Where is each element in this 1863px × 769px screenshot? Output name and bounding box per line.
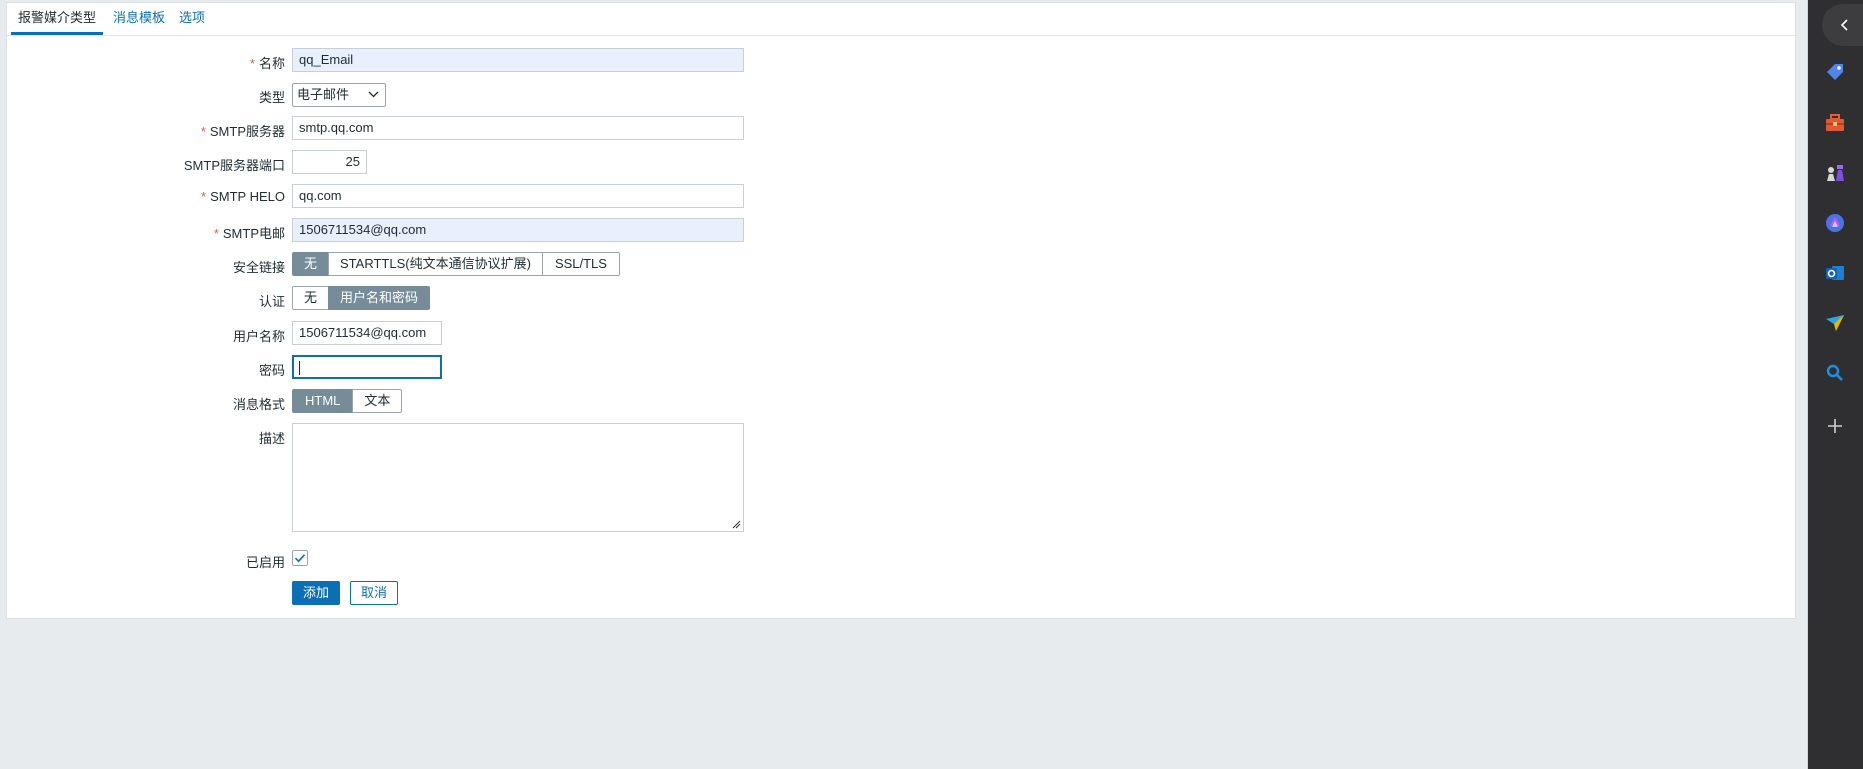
security-label: 安全链接	[232, 260, 285, 275]
auth-option-username-password[interactable]: 用户名和密码	[328, 286, 431, 310]
resize-grip-icon[interactable]	[732, 520, 741, 529]
security-option-starttls[interactable]: STARTTLS(纯文本通信协议扩展)	[328, 252, 543, 276]
security-option-none[interactable]: 无	[292, 252, 330, 276]
type-select-value: 电子邮件	[297, 87, 350, 102]
add-icon[interactable]	[1822, 413, 1848, 439]
toolbox-icon[interactable]	[1822, 110, 1848, 136]
username-input[interactable]: 1506711534@qq.com	[292, 321, 442, 345]
tab-message-templates[interactable]: 消息模板	[107, 3, 171, 35]
enabled-checkbox[interactable]	[292, 550, 308, 566]
cancel-button[interactable]: 取消	[350, 581, 398, 605]
auth-segmented-control: 无 用户名和密码	[292, 286, 431, 310]
tab-media-type[interactable]: 报警媒介类型	[11, 3, 103, 35]
tag-icon[interactable]	[1822, 59, 1848, 85]
enabled-label: 已启用	[245, 555, 285, 570]
message-format-segmented-control: HTML 文本	[292, 389, 403, 413]
tab-bar: 报警媒介类型 消息模板 选项	[7, 3, 1795, 36]
browser-sidebar	[1808, 0, 1863, 769]
auth-label: 认证	[258, 294, 285, 309]
security-option-ssl-tls[interactable]: SSL/TLS	[541, 252, 620, 276]
smtp-email-label: * SMTP电邮	[213, 226, 285, 241]
outlook-icon[interactable]	[1822, 260, 1848, 286]
description-label: 描述	[258, 431, 285, 446]
username-label: 用户名称	[232, 329, 285, 344]
format-option-text[interactable]: 文本	[352, 389, 403, 413]
description-textarea[interactable]	[292, 423, 744, 532]
auth-option-none[interactable]: 无	[292, 286, 330, 310]
chess-icon[interactable]	[1822, 160, 1848, 186]
type-select[interactable]: 电子邮件	[292, 83, 386, 107]
send-icon[interactable]	[1822, 310, 1848, 336]
smtp-helo-label: * SMTP HELO	[201, 189, 285, 204]
chevron-down-icon	[368, 84, 379, 114]
name-label: * 名称	[249, 56, 285, 71]
search-icon[interactable]	[1822, 360, 1848, 386]
format-option-html[interactable]: HTML	[292, 389, 354, 413]
password-input[interactable]	[292, 355, 442, 379]
smtp-helo-input[interactable]: qq.com	[292, 184, 744, 208]
smtp-port-label: SMTP服务器端口	[183, 158, 285, 173]
copilot-icon[interactable]	[1822, 210, 1848, 236]
smtp-email-input[interactable]: 1506711534@qq.com	[292, 218, 744, 242]
text-caret	[299, 360, 300, 375]
type-label: 类型	[258, 90, 285, 105]
tab-options[interactable]: 选项	[175, 3, 209, 35]
media-type-panel: 报警媒介类型 消息模板 选项 * 名称 qq_Email 类型 电子邮件 * SMT…	[6, 2, 1796, 619]
security-segmented-control: 无 STARTTLS(纯文本通信协议扩展) SSL/TLS	[292, 252, 620, 276]
collapse-chevron-icon[interactable]	[1822, 4, 1863, 46]
checkmark-icon	[294, 554, 306, 563]
smtp-server-input[interactable]: smtp.qq.com	[292, 116, 744, 140]
name-input[interactable]: qq_Email	[292, 48, 744, 72]
smtp-port-input[interactable]: 25	[292, 150, 367, 174]
smtp-server-label: * SMTP服务器	[200, 124, 285, 139]
add-button[interactable]: 添加	[292, 581, 340, 605]
password-label: 密码	[258, 363, 285, 378]
message-format-label: 消息格式	[232, 397, 285, 412]
